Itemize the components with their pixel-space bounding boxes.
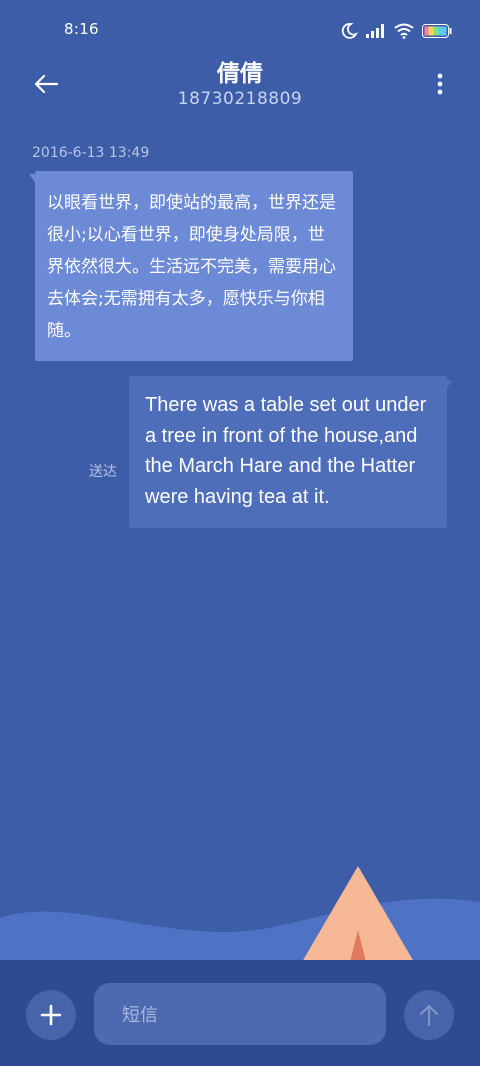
delivery-status: 送达 — [89, 464, 117, 480]
moon-icon — [340, 22, 358, 40]
battery-icon — [422, 24, 452, 38]
add-attachment-button[interactable] — [26, 990, 76, 1040]
more-options-button[interactable] — [430, 66, 450, 102]
wifi-icon — [394, 23, 414, 39]
incoming-message-bubble[interactable]: 以眼看世界，即使站的最高，世界还是很小;以心看世界，即使身处局限，世界依然很大。… — [35, 171, 353, 361]
status-bar: 8:16 — [0, 0, 480, 60]
more-vertical-icon — [437, 73, 443, 95]
sms-input-placeholder: 短信 — [122, 1005, 158, 1026]
send-button[interactable] — [404, 990, 454, 1040]
incoming-message-text: 以眼看世界，即使站的最高，世界还是很小;以心看世界，即使身处局限，世界依然很大。… — [47, 193, 336, 341]
status-icons — [340, 20, 452, 42]
contact-name: 倩倩 — [217, 61, 263, 87]
outgoing-bubble-tail — [447, 380, 453, 388]
status-time: 8:16 — [64, 20, 99, 38]
arrow-up-icon — [419, 1004, 439, 1027]
plus-icon — [40, 1004, 62, 1026]
sms-input[interactable]: 短信 — [94, 983, 386, 1045]
message-timestamp: 2016-6-13 13:49 — [32, 145, 150, 161]
outgoing-message-text: There was a table set out under a tree i… — [145, 394, 427, 508]
outgoing-message-bubble[interactable]: There was a table set out under a tree i… — [129, 376, 447, 529]
contact-number: 18730218809 — [177, 89, 303, 109]
landscape-illustration — [0, 866, 480, 970]
signal-icon — [366, 24, 386, 38]
